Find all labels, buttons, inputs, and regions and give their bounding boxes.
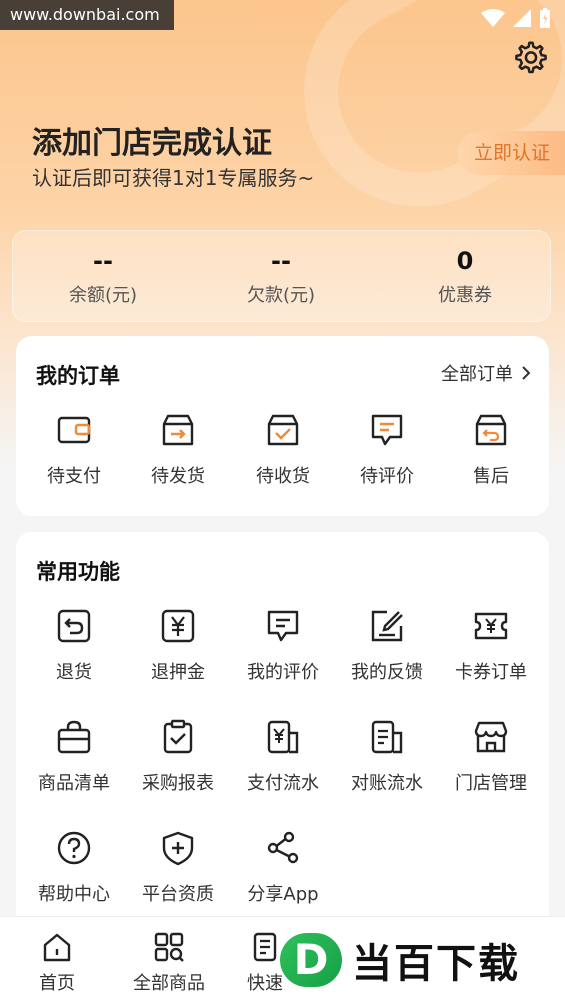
grid-search-icon xyxy=(154,932,184,962)
share-icon xyxy=(267,831,299,864)
brand-logo: D xyxy=(280,933,342,987)
quick-order-icon xyxy=(253,932,277,962)
order-pending-receipt[interactable]: 待收货 xyxy=(228,412,338,488)
function-store-management[interactable]: 门店管理 xyxy=(436,719,546,795)
order-item-label: 售后 xyxy=(473,466,509,487)
function-label: 我的反馈 xyxy=(351,662,423,683)
home-icon xyxy=(43,933,71,962)
wifi-icon xyxy=(481,9,505,27)
function-label: 帮助中心 xyxy=(38,884,110,905)
site-watermark: www.downbai.com xyxy=(0,0,174,30)
order-pending-shipment[interactable]: 待发货 xyxy=(123,412,233,488)
battery-icon xyxy=(540,8,550,28)
order-pending-payment[interactable]: 待支付 xyxy=(19,412,129,488)
function-product-list[interactable]: 商品清单 xyxy=(19,719,129,795)
comment-icon xyxy=(267,610,299,642)
stat-value: -- xyxy=(93,247,113,275)
function-purchase-report[interactable]: 采购报表 xyxy=(123,719,233,795)
function-label: 分享App xyxy=(247,884,319,905)
status-bar xyxy=(481,8,551,28)
shield-plus-icon xyxy=(162,831,194,866)
page-title: 添加门店完成认证 xyxy=(32,126,272,161)
function-payment-flow[interactable]: 支付流水 xyxy=(228,719,338,795)
box-check-icon xyxy=(267,414,299,446)
help-icon xyxy=(57,831,91,865)
function-label: 退押金 xyxy=(151,662,205,683)
yen-deposit-icon xyxy=(161,609,195,643)
common-functions-card: 常用功能 退货 退押金 我的评价 我的反馈 卡券订单 商品清单 采购报表 支付流… xyxy=(16,532,549,932)
tab-all-products[interactable]: 全部商品 xyxy=(114,931,224,995)
edit-icon xyxy=(371,610,403,642)
clipboard-icon xyxy=(163,719,193,754)
payment-icon xyxy=(267,720,299,754)
function-my-reviews[interactable]: 我的评价 xyxy=(228,608,338,684)
order-after-sales[interactable]: 售后 xyxy=(436,412,546,488)
box-arrow-icon xyxy=(162,414,194,446)
stat-label: 余额(元) xyxy=(68,285,138,306)
statement-icon xyxy=(371,720,403,754)
function-share-app[interactable]: 分享App xyxy=(228,830,338,906)
page-subtitle: 认证后即可获得1对1专属服务~ xyxy=(32,166,315,190)
function-coupon-orders[interactable]: 卡券订单 xyxy=(436,608,546,684)
order-item-label: 待收货 xyxy=(256,466,310,487)
comment-icon xyxy=(371,414,403,446)
function-platform-qualification[interactable]: 平台资质 xyxy=(123,830,233,906)
function-refund-deposit[interactable]: 退押金 xyxy=(123,608,233,684)
order-item-label: 待评价 xyxy=(360,466,414,487)
brand-watermark: D 当百下载 xyxy=(280,930,565,990)
tab-label: 全部商品 xyxy=(133,973,205,994)
order-item-label: 待支付 xyxy=(47,466,101,487)
stat-label: 优惠券 xyxy=(438,285,492,306)
stat-balance[interactable]: -- 余额(元) xyxy=(13,231,193,307)
all-orders-link[interactable]: 全部订单 xyxy=(441,360,531,386)
order-item-label: 待发货 xyxy=(151,466,205,487)
stat-debt[interactable]: -- 欠款(元) xyxy=(191,231,371,307)
my-orders-card: 我的订单 全部订单 待支付 待发货 待收货 待评价 售后 xyxy=(16,336,549,516)
chevron-right-icon xyxy=(522,366,531,380)
settings-gear-icon[interactable] xyxy=(512,38,550,76)
function-return[interactable]: 退货 xyxy=(19,608,129,684)
function-label: 我的评价 xyxy=(247,662,319,683)
stat-value: 0 xyxy=(456,247,474,275)
coupon-icon xyxy=(474,612,508,640)
function-label: 支付流水 xyxy=(247,773,319,794)
function-label: 卡券订单 xyxy=(455,662,527,683)
order-pending-review[interactable]: 待评价 xyxy=(332,412,442,488)
verify-now-button[interactable]: 立即认证 xyxy=(458,131,565,175)
return-icon xyxy=(57,609,91,643)
function-my-feedback[interactable]: 我的反馈 xyxy=(332,608,442,684)
store-icon xyxy=(474,721,508,753)
function-label: 商品清单 xyxy=(38,773,110,794)
stat-label: 欠款(元) xyxy=(246,285,316,306)
tab-label: 首页 xyxy=(39,973,75,994)
wallet-icon xyxy=(57,416,91,444)
bag-icon xyxy=(57,720,91,754)
stat-coupons[interactable]: 0 优惠券 xyxy=(375,231,555,307)
box-return-icon xyxy=(475,414,507,446)
function-help-center[interactable]: 帮助中心 xyxy=(19,830,129,906)
function-label: 对账流水 xyxy=(351,773,423,794)
orders-title: 我的订单 xyxy=(36,364,120,388)
function-statement-flow[interactable]: 对账流水 xyxy=(332,719,442,795)
tab-home[interactable]: 首页 xyxy=(2,931,112,995)
function-label: 平台资质 xyxy=(142,884,214,905)
signal-icon xyxy=(513,9,531,27)
function-label: 门店管理 xyxy=(455,773,527,794)
stat-value: -- xyxy=(271,247,291,275)
all-orders-label: 全部订单 xyxy=(441,364,513,385)
functions-title: 常用功能 xyxy=(36,560,120,584)
function-label: 退货 xyxy=(56,662,92,683)
function-label: 采购报表 xyxy=(142,773,214,794)
brand-text: 当百下载 xyxy=(352,941,520,987)
account-stats: -- 余额(元) -- 欠款(元) 0 优惠券 xyxy=(12,230,551,322)
